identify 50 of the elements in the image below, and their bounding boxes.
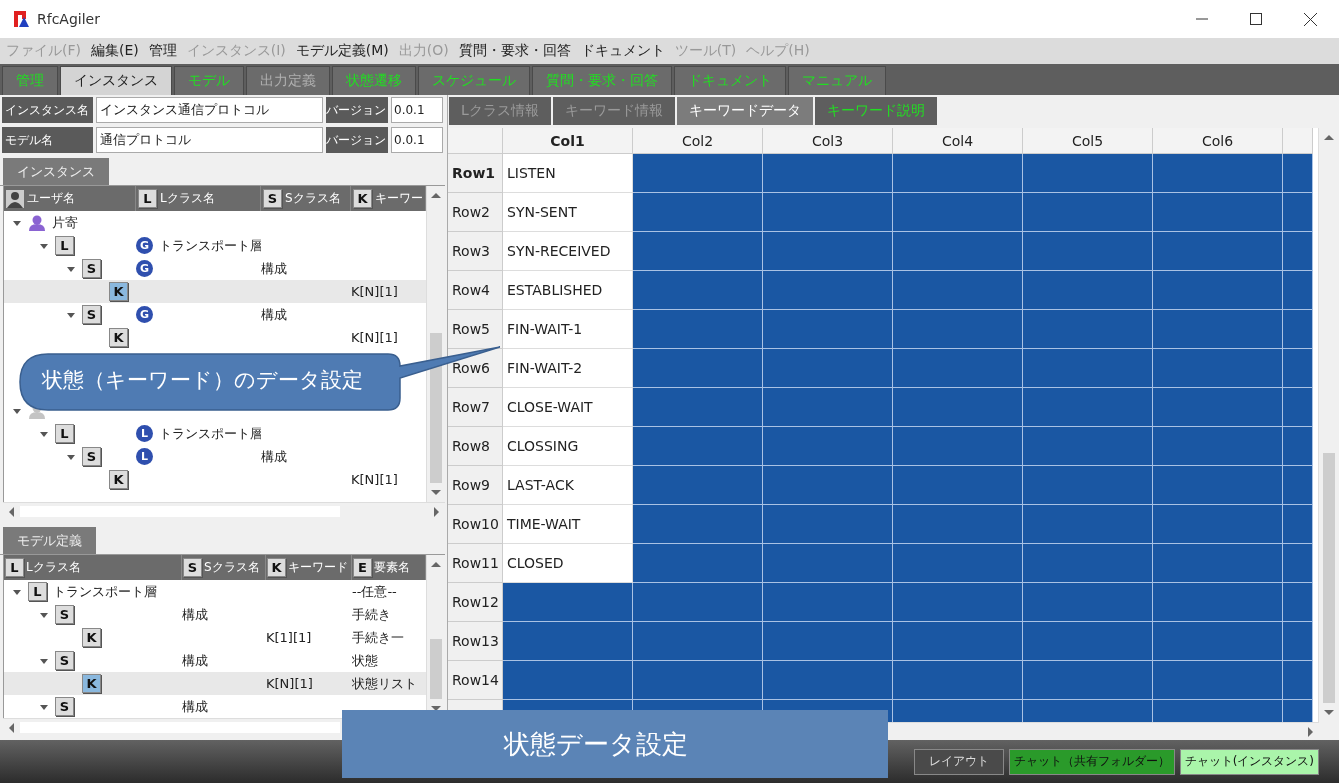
class-badge: S xyxy=(55,605,74,624)
column-badge: L xyxy=(138,189,157,208)
keyword: K[N][1] xyxy=(351,330,398,345)
class-badge: S xyxy=(82,259,101,278)
column-badge: L xyxy=(5,558,24,577)
mark-icon: L xyxy=(136,425,153,442)
sclass-name: 構成 xyxy=(182,605,208,624)
field-label: モデル名 xyxy=(2,127,93,153)
window-title: RfcAgiler xyxy=(37,11,100,27)
column-badge: K xyxy=(267,558,286,577)
caption-toast: 状態データ設定 xyxy=(342,710,888,778)
keyword: K[N][1] xyxy=(351,284,398,299)
class-badge: L xyxy=(55,236,74,255)
sclass-name: 構成 xyxy=(182,697,208,716)
class-badge: K xyxy=(109,282,128,301)
keyword: K[N][1] xyxy=(351,472,398,487)
class-badge: K xyxy=(82,628,101,647)
sclass-name: 構成 xyxy=(261,447,287,466)
element-name: 状態 xyxy=(352,651,378,670)
class-badge: K xyxy=(109,328,128,347)
mark-icon: G xyxy=(136,237,153,254)
mark-icon: L xyxy=(136,448,153,465)
class-badge: L xyxy=(55,424,74,443)
mark-icon: G xyxy=(136,260,153,277)
keyword: K[N][1] xyxy=(266,676,313,691)
sclass-name: 構成 xyxy=(182,651,208,670)
sclass-name: 構成 xyxy=(261,259,287,278)
column-badge: S xyxy=(183,558,202,577)
class-badge: S xyxy=(55,651,74,670)
version-label: バージョン xyxy=(326,97,388,123)
field-label: インスタンス名 xyxy=(2,97,93,123)
element-name: 手続き一 xyxy=(352,628,404,647)
class-badge: L xyxy=(28,582,47,601)
mark-icon: G xyxy=(136,306,153,323)
class-badge: K xyxy=(82,674,101,693)
class-badge: S xyxy=(55,697,74,716)
sclass-name: 構成 xyxy=(261,305,287,324)
element-name: 状態リスト xyxy=(352,674,417,693)
column-badge: S xyxy=(263,189,282,208)
user-name: 片寄 xyxy=(52,213,78,232)
class-badge: K xyxy=(109,470,128,489)
column-badge: E xyxy=(353,558,372,577)
class-badge: S xyxy=(82,305,101,324)
class-badge: S xyxy=(82,447,101,466)
version-label: バージョン xyxy=(326,127,388,153)
element-name: 手続き xyxy=(352,605,391,624)
element-name: --任意-- xyxy=(352,582,397,601)
lclass-name: トランスポート層 xyxy=(53,582,157,601)
column-badge: K xyxy=(353,189,372,208)
keyword: K[1][1] xyxy=(266,630,312,645)
